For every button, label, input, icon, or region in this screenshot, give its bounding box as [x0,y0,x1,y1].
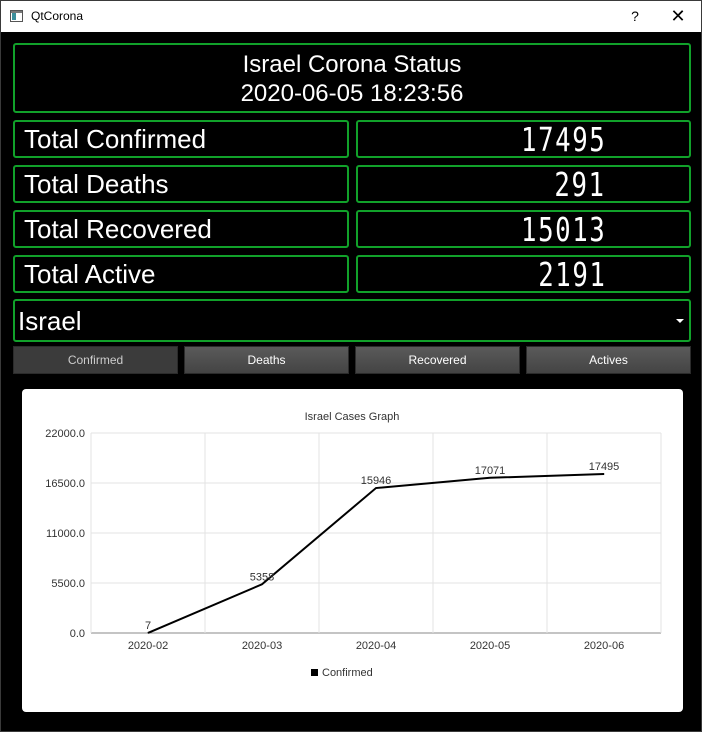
country-select-value: Israel [18,306,82,336]
total-active-label: Total Active [13,255,349,293]
app-window: QtCorona ? ✕ Israel Corona Status 2020-0… [0,0,702,732]
status-header: Israel Corona Status 2020-06-05 18:23:56 [13,43,691,113]
data-point [261,583,263,585]
y-tick-label: 5500.0 [51,578,85,590]
total-confirmed-label: Total Confirmed [13,120,349,158]
total-active-value-panel: 2191 [356,255,691,293]
actives-button[interactable]: Actives [526,346,691,374]
chart-series [147,472,605,634]
x-tick-label: 2020-06 [584,640,624,652]
data-point [489,477,491,479]
total-confirmed-value-panel: 17495 [356,120,691,158]
total-recovered-label: Total Recovered [13,210,349,248]
header-timestamp: 2020-06-05 18:23:56 [240,80,464,107]
data-point [147,632,149,634]
chevron-down-icon[interactable] [676,319,684,323]
total-recovered-lcd: 15013 [520,210,606,249]
total-deaths-lcd: 291 [554,165,606,204]
title-bar[interactable]: QtCorona ? ✕ [1,1,701,32]
country-select[interactable]: Israel [13,299,691,342]
total-deaths-value-panel: 291 [356,165,691,203]
y-tick-label: 0.0 [70,628,85,640]
chart-title: Israel Cases Graph [305,411,400,423]
chart-canvas: Israel Cases Graph 0.0 5500.0 11000.0 16500… [45,411,662,679]
data-label: 5358 [250,571,274,583]
window-title: QtCorona [31,9,84,23]
x-tick-label: 2020-03 [242,640,282,652]
header-title: Israel Corona Status [242,51,462,78]
data-label: 7 [145,620,151,632]
x-tick-label: 2020-04 [356,640,396,652]
legend-marker [311,669,318,676]
data-label: 17071 [475,465,506,477]
y-tick-label: 16500.0 [45,478,85,490]
x-tick-label: 2020-05 [470,640,510,652]
series-line [147,472,605,634]
data-label: 15946 [361,475,392,487]
total-active-lcd: 2191 [537,255,606,294]
confirmed-button[interactable]: Confirmed [13,346,178,374]
cases-chart: Israel Cases Graph 0.0 5500.0 11000.0 16500… [22,389,683,712]
chart-labels: 0.0 5500.0 11000.0 16500.0 22000.0 2020-02 202… [45,428,624,652]
help-button[interactable]: ? [623,6,647,26]
deaths-button[interactable]: Deaths [184,346,349,374]
legend-label: Confirmed [322,667,373,679]
data-point [603,473,605,475]
chart-grid [90,432,662,634]
total-deaths-label: Total Deaths [13,165,349,203]
app-icon [10,10,23,22]
data-point [375,487,377,489]
close-button[interactable]: ✕ [663,6,693,26]
recovered-button[interactable]: Recovered [355,346,520,374]
data-label: 17495 [589,461,620,473]
chart-legend[interactable]: Confirmed [311,667,373,679]
total-recovered-value-panel: 15013 [356,210,691,248]
y-tick-label: 22000.0 [45,428,85,440]
y-tick-label: 11000.0 [46,528,85,540]
total-confirmed-lcd: 17495 [520,120,606,159]
x-tick-label: 2020-02 [128,640,168,652]
